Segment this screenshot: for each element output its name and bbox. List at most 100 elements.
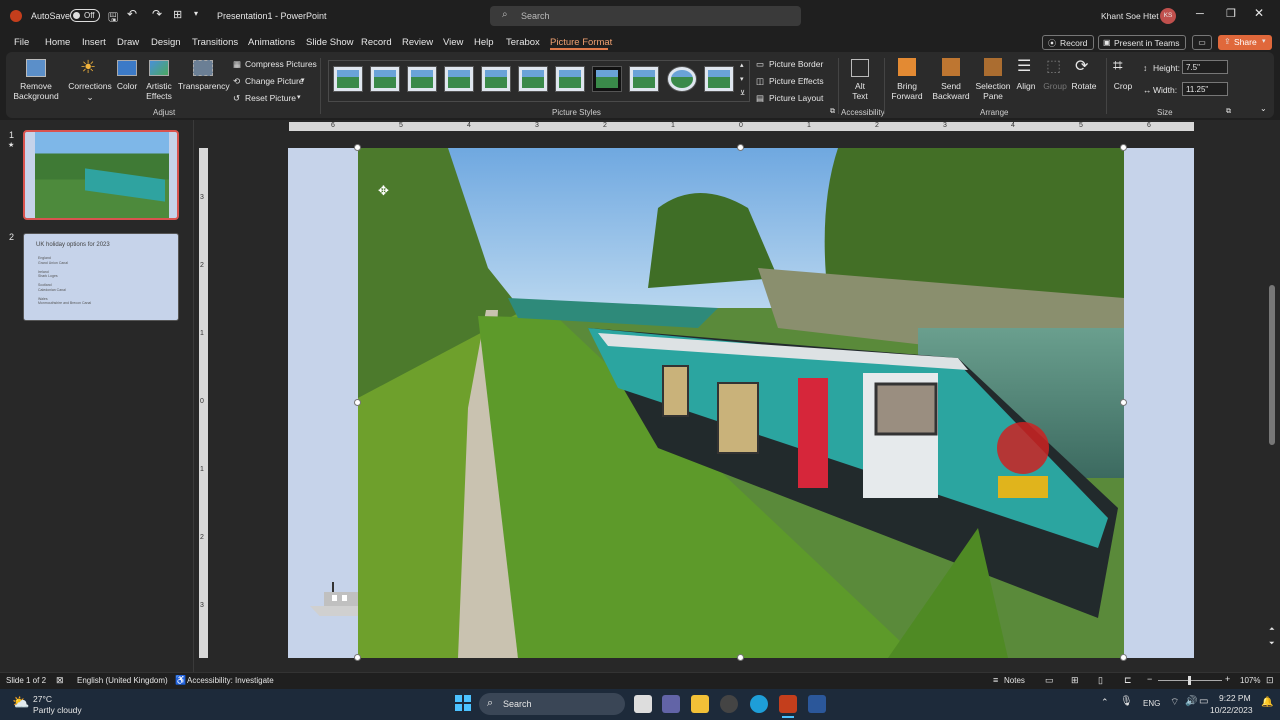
vertical-scrollbar[interactable] (1268, 130, 1276, 650)
align-icon[interactable]: ☰ (1017, 56, 1031, 76)
picture-style-thumb[interactable] (481, 66, 511, 92)
transparency-button[interactable]: Transparency (178, 81, 230, 91)
next-slide-icon[interactable]: ⏷ (1269, 640, 1275, 648)
record-button[interactable]: ⦿ Record (1042, 35, 1094, 50)
picture-style-thumb[interactable] (333, 66, 363, 92)
zoom-out-icon[interactable]: − (1147, 674, 1152, 684)
picture-style-thumb[interactable] (592, 66, 622, 92)
remove-background-button[interactable]: Remove Background (12, 81, 60, 101)
fit-slide-icon[interactable]: ⊡ (1266, 675, 1274, 686)
accessibility-status[interactable]: Accessibility: Investigate (187, 676, 274, 685)
slide-thumbnail-1[interactable] (23, 130, 179, 220)
customize-qat-icon[interactable]: ▾ (194, 9, 198, 18)
input-language[interactable]: ENG (1143, 699, 1160, 708)
height-input[interactable]: 7.5" (1182, 60, 1228, 74)
picture-style-thumb[interactable] (667, 66, 697, 92)
search-box[interactable]: ⌕ Search (490, 6, 801, 26)
picture-style-thumb[interactable] (444, 66, 474, 92)
align-button[interactable]: Align (1010, 81, 1042, 91)
tab-record[interactable]: Record (361, 37, 392, 48)
send-backward-icon[interactable] (942, 58, 960, 76)
tab-help[interactable]: Help (474, 37, 494, 48)
compress-pictures-button[interactable]: Compress Pictures (245, 59, 317, 69)
gallery-scroll-down-icon[interactable]: ▾ (740, 75, 744, 83)
selected-picture[interactable] (358, 148, 1124, 658)
chrome-icon[interactable] (720, 695, 738, 713)
transparency-icon[interactable] (193, 60, 213, 76)
selection-pane-icon[interactable] (984, 58, 1002, 76)
reading-view-icon[interactable]: ▯ (1098, 675, 1103, 686)
corrections-button[interactable]: Corrections (66, 81, 114, 91)
restore-icon[interactable]: ❐ (1226, 7, 1236, 20)
windows-start-icon[interactable] (455, 695, 471, 711)
compress-pictures-icon[interactable]: ▦ (233, 59, 241, 70)
color-button[interactable]: Color (112, 81, 142, 91)
zoom-slider-thumb[interactable] (1188, 676, 1191, 685)
bring-forward-icon[interactable] (898, 58, 916, 76)
resize-handle[interactable] (737, 654, 744, 661)
close-icon[interactable]: ✕ (1254, 6, 1264, 20)
width-input[interactable]: 11.25" (1182, 82, 1228, 96)
slide-sorter-icon[interactable]: ⊞ (1071, 675, 1079, 686)
dialog-launcher-icon[interactable]: ⧉ (830, 108, 835, 116)
redo-icon[interactable]: ↷ (152, 7, 162, 21)
reset-picture-button[interactable]: Reset Picture (245, 93, 296, 103)
spellcheck-icon[interactable]: ⊠ (56, 675, 64, 686)
tab-draw[interactable]: Draw (117, 37, 139, 48)
artistic-effects-icon[interactable] (149, 60, 169, 76)
rotate-button[interactable]: Rotate (1068, 81, 1100, 91)
picture-style-thumb[interactable] (704, 66, 734, 92)
battery-icon[interactable]: ▭ (1199, 696, 1208, 707)
notes-button[interactable]: Notes (1004, 676, 1025, 685)
change-picture-button[interactable]: Change Picture (245, 76, 304, 86)
slide-thumbnail-2[interactable]: UK holiday options for 2023 England Grand… (23, 233, 179, 321)
picture-effects-icon[interactable]: ◫ (756, 76, 764, 87)
tab-slide-show[interactable]: Slide Show (306, 37, 354, 48)
collapse-ribbon-icon[interactable]: ⌄ (1260, 104, 1267, 113)
selection-pane-button[interactable]: Selection Pane (972, 81, 1014, 101)
send-backward-button[interactable]: Send Backward (928, 81, 974, 101)
user-name[interactable]: Khant Soe Htet (1101, 11, 1159, 21)
resize-handle[interactable] (1120, 654, 1127, 661)
tab-animations[interactable]: Animations (248, 37, 295, 48)
picture-style-thumb[interactable] (370, 66, 400, 92)
picture-style-thumb[interactable] (555, 66, 585, 92)
present-icon[interactable]: ⊞ (173, 8, 182, 21)
share-button[interactable]: ⇪ Share ▾ (1218, 35, 1272, 50)
picture-style-thumb[interactable] (518, 66, 548, 92)
resize-handle[interactable] (1120, 399, 1127, 406)
corrections-icon[interactable]: ☀ (80, 57, 96, 78)
tab-transitions[interactable]: Transitions (192, 37, 238, 48)
resize-handle[interactable] (1120, 144, 1127, 151)
picture-style-thumb[interactable] (629, 66, 659, 92)
picture-layout-icon[interactable]: ▤ (756, 93, 764, 104)
color-icon[interactable] (117, 60, 137, 76)
show-hidden-icons-icon[interactable]: ⌃ (1101, 697, 1109, 708)
resize-handle[interactable] (354, 654, 361, 661)
zoom-in-icon[interactable]: + (1225, 674, 1230, 684)
wifi-icon[interactable]: ⌔ (1170, 696, 1179, 709)
normal-view-icon[interactable]: ▭ (1045, 675, 1054, 686)
slideshow-icon[interactable]: ⊏ (1124, 675, 1132, 686)
word-icon[interactable] (808, 695, 826, 713)
tab-review[interactable]: Review (402, 37, 433, 48)
avatar[interactable]: KS (1160, 8, 1176, 24)
reset-picture-icon[interactable]: ↺ (233, 93, 240, 104)
picture-style-thumb[interactable] (407, 66, 437, 92)
crop-button[interactable]: Crop (1108, 81, 1138, 91)
picture-border-icon[interactable]: ▭ (756, 59, 764, 70)
task-view-icon[interactable] (634, 695, 652, 713)
tab-home[interactable]: Home (45, 37, 70, 48)
zoom-level[interactable]: 107% (1240, 676, 1260, 685)
crop-icon[interactable]: ⌗ (1113, 56, 1123, 76)
alt-text-button[interactable]: Alt Text (845, 81, 875, 101)
notifications-icon[interactable]: 🔔 (1261, 697, 1273, 708)
comments-button[interactable]: ▭ (1192, 35, 1212, 50)
microphone-icon[interactable]: 🎙 (1120, 696, 1133, 707)
save-icon[interactable]: 🖫 (108, 8, 118, 29)
teams-icon[interactable] (662, 695, 680, 713)
tab-picture-format[interactable]: Picture Format (550, 37, 612, 48)
previous-slide-icon[interactable]: ⏶ (1269, 626, 1275, 634)
dialog-launcher-icon[interactable]: ⧉ (1226, 108, 1231, 116)
file-explorer-icon[interactable] (691, 695, 709, 713)
